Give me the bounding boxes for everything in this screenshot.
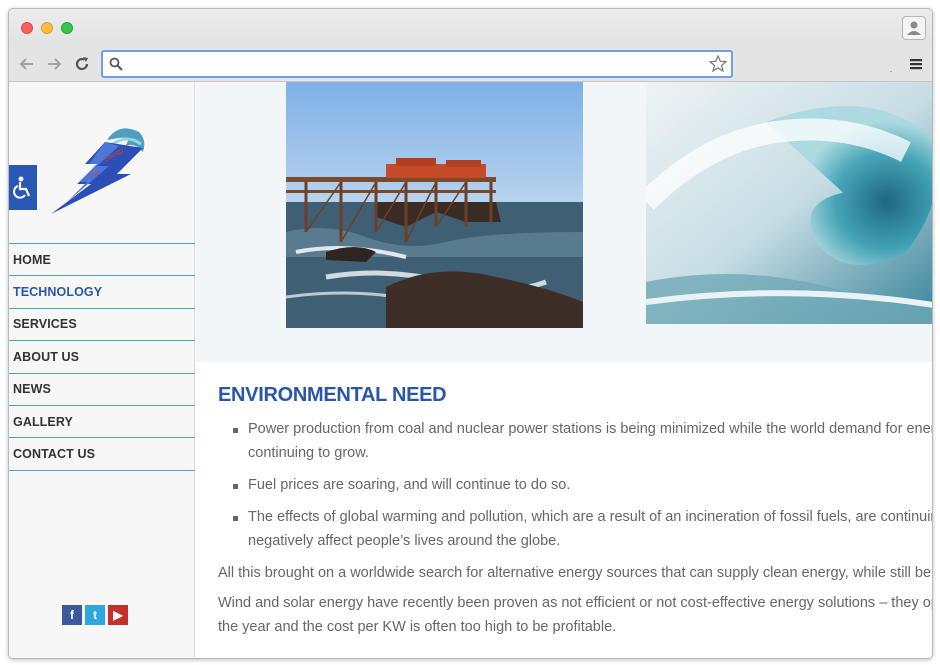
profile-button[interactable] <box>902 16 926 40</box>
list-item: Fuel prices are soaring, and will contin… <box>232 473 932 497</box>
nav-item-services[interactable]: SERVICES <box>9 309 195 342</box>
back-button[interactable] <box>16 53 38 75</box>
main-nav: HOME TECHNOLOGY SERVICES ABOUT US NEWS G… <box>9 243 195 471</box>
address-bar[interactable] <box>101 50 733 78</box>
accessibility-button[interactable] <box>9 165 37 210</box>
browser-menu-button[interactable] <box>908 56 924 72</box>
ocean-wave-photo <box>646 82 932 324</box>
sidebar: Energy Pro HOME TECHNOLOGY SERVICES ABOU… <box>9 82 195 658</box>
search-icon <box>109 57 123 71</box>
list-item: The effects of global warming and pollut… <box>232 505 932 553</box>
nav-item-contact-us[interactable]: CONTACT US <box>9 438 195 471</box>
nav-item-home[interactable]: HOME <box>9 244 195 277</box>
menu-icon <box>910 59 922 70</box>
page-viewport: Energy Pro HOME TECHNOLOGY SERVICES ABOU… <box>9 82 932 658</box>
list-item: Power production from coal and nuclear p… <box>232 417 932 465</box>
minimize-window-button[interactable] <box>41 22 53 34</box>
hero-banner <box>196 82 932 362</box>
twitter-icon[interactable]: t <box>85 605 105 625</box>
nav-item-news[interactable]: NEWS <box>9 374 195 406</box>
title-bar <box>9 9 932 47</box>
facebook-icon[interactable]: f <box>62 605 82 625</box>
nav-item-technology[interactable]: TECHNOLOGY <box>9 276 195 309</box>
reload-icon <box>75 57 89 71</box>
pier-photo <box>286 82 583 328</box>
browser-toolbar <box>9 47 932 82</box>
social-links: f t ▶ <box>62 605 128 625</box>
paragraph: All this brought on a worldwide search f… <box>218 565 932 581</box>
main-content: ENVIRONMENTAL NEED Power production from… <box>196 82 932 658</box>
close-window-button[interactable] <box>21 22 33 34</box>
forward-button[interactable] <box>43 53 65 75</box>
reload-button[interactable] <box>71 53 93 75</box>
section-title: ENVIRONMENTAL NEED <box>218 384 447 406</box>
forward-arrow-icon <box>48 58 62 70</box>
nav-item-about-us[interactable]: ABOUT US <box>9 341 195 374</box>
youtube-icon[interactable]: ▶ <box>108 605 128 625</box>
lightning-wave-logo[interactable]: Energy Pro <box>47 122 147 217</box>
separator-mark <box>890 71 892 72</box>
bullet-list: Power production from coal and nuclear p… <box>218 417 932 553</box>
browser-window: Energy Pro HOME TECHNOLOGY SERVICES ABOU… <box>8 8 933 659</box>
accessibility-icon <box>13 176 31 199</box>
paragraph: Wind and solar energy have recently been… <box>218 595 932 635</box>
nav-item-gallery[interactable]: GALLERY <box>9 406 195 439</box>
star-icon[interactable] <box>708 54 728 74</box>
profile-icon <box>907 21 921 35</box>
zoom-window-button[interactable] <box>61 22 73 34</box>
article: ENVIRONMENTAL NEED Power production from… <box>218 384 932 645</box>
address-input[interactable] <box>129 54 699 74</box>
back-arrow-icon <box>19 58 33 70</box>
